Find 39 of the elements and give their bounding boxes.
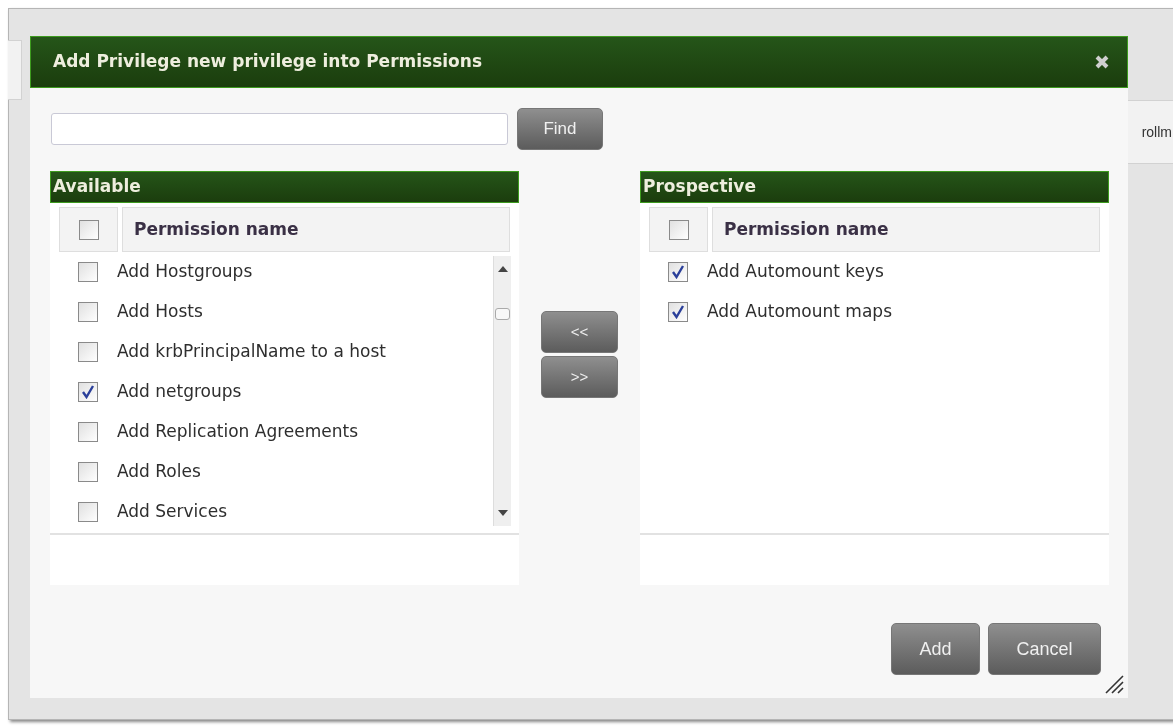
checkbox[interactable]: [78, 262, 98, 282]
scrollbar[interactable]: [493, 256, 511, 526]
permission-name: Add Hosts: [117, 300, 203, 324]
checkbox[interactable]: [78, 219, 99, 240]
search-field[interactable]: [51, 113, 508, 145]
background-panel: [8, 40, 22, 100]
checkbox[interactable]: [78, 502, 98, 522]
checkbox[interactable]: [78, 342, 98, 362]
permission-name: Add Hostgroups: [117, 260, 253, 284]
panel-header: Prospective: [640, 171, 1109, 203]
permission-name: Add Replication Agreements: [117, 420, 359, 444]
column-header: Permission name: [122, 207, 510, 252]
checkbox[interactable]: [78, 422, 98, 442]
checkbox[interactable]: [78, 302, 98, 322]
permission-name: Add Automount keys: [707, 260, 884, 284]
checkbox[interactable]: [78, 382, 98, 402]
checkbox[interactable]: [668, 302, 688, 322]
find-button[interactable]: Find: [517, 108, 603, 150]
column-header: Permission name: [712, 207, 1100, 252]
scroll-down-icon[interactable]: [498, 510, 508, 516]
checkbox[interactable]: [668, 219, 689, 240]
move-button[interactable]: <<: [541, 311, 618, 353]
permission-name: Add krbPrincipalName to a host: [117, 340, 386, 364]
dialog-title: Add Privilege new privilege into Permissions: [53, 50, 483, 74]
panel-header: Available: [50, 171, 519, 203]
dialog-button[interactable]: Cancel: [988, 623, 1101, 675]
scroll-up-icon[interactable]: [498, 266, 508, 272]
close-icon[interactable]: [1093, 53, 1111, 71]
permission-name: Add netgroups: [117, 380, 242, 404]
scrollbar-thumb[interactable]: [495, 308, 510, 320]
move-button[interactable]: >>: [541, 356, 618, 398]
resize-grip-icon[interactable]: [1104, 674, 1124, 694]
permission-name: Add Services: [117, 500, 227, 524]
checkbox[interactable]: [668, 262, 688, 282]
checkbox[interactable]: [78, 462, 98, 482]
permission-name: Add Automount maps: [707, 300, 892, 324]
background-text: rollm: [1141, 122, 1173, 142]
permission-name: Add Roles: [117, 460, 201, 484]
dialog-button[interactable]: Add: [891, 623, 980, 675]
